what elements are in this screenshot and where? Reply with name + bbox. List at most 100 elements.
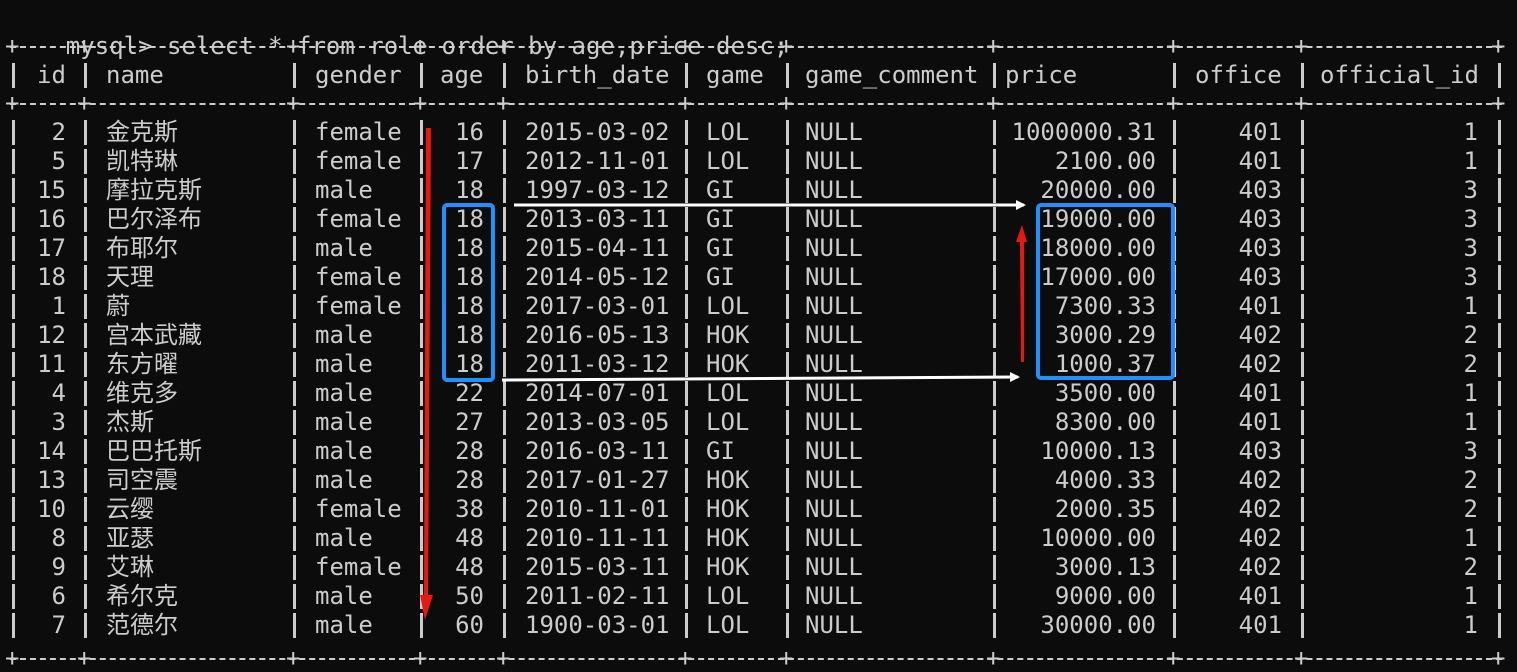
table-cell-official-id: 1 <box>1463 582 1478 610</box>
command-line: mysql> select * from role order by age,p… <box>8 3 788 60</box>
table-cell-price: 19000.00 <box>1040 205 1156 233</box>
border-plus: + <box>1166 89 1181 117</box>
table-cell-age: 17 <box>455 147 484 175</box>
column-separator <box>1498 207 1501 232</box>
column-separator <box>1301 323 1304 348</box>
table-cell-official-id: 2 <box>1463 466 1478 494</box>
column-separator <box>420 584 423 609</box>
column-separator <box>84 555 87 580</box>
table-cell-game-comment: NULL <box>805 350 863 378</box>
column-separator <box>12 63 15 88</box>
border-plus: + <box>1294 644 1309 672</box>
table-cell-office: 401 <box>1238 147 1282 175</box>
table-cell-age: 48 <box>455 553 484 581</box>
column-separator <box>786 381 789 406</box>
table-cell-birth-date: 2015-04-11 <box>525 234 670 262</box>
column-separator <box>1173 149 1176 174</box>
column-separator <box>503 613 506 638</box>
table-cell-age: 18 <box>455 263 484 291</box>
table-cell-birth-date: 2017-03-01 <box>525 292 670 320</box>
table-cell-birth-date: 2015-03-11 <box>525 553 670 581</box>
table-cell-name: 天理 <box>106 263 154 291</box>
table-cell-name: 凯特琳 <box>106 147 178 175</box>
column-separator <box>1173 410 1176 435</box>
table-cell-game-comment: NULL <box>805 553 863 581</box>
column-separator <box>293 207 296 232</box>
column-separator <box>993 410 996 435</box>
column-separator <box>993 265 996 290</box>
column-separator <box>420 207 423 232</box>
table-cell-game: LOL <box>706 379 750 407</box>
border-plus: + <box>678 32 693 60</box>
column-separator <box>503 584 506 609</box>
column-header-id: id <box>37 61 66 89</box>
table-cell-price: 3500.00 <box>1054 379 1156 407</box>
column-separator <box>420 323 423 348</box>
border-plus: + <box>5 32 20 60</box>
table-cell-price: 3000.29 <box>1054 321 1156 349</box>
border-plus: + <box>413 89 428 117</box>
table-cell-price: 1000000.31 <box>1011 118 1157 146</box>
border-plus: + <box>77 32 92 60</box>
table-cell-official-id: 2 <box>1463 321 1478 349</box>
column-separator <box>293 178 296 203</box>
column-separator <box>685 120 688 145</box>
column-separator <box>685 178 688 203</box>
table-cell-id: 8 <box>51 524 66 552</box>
table-cell-age: 18 <box>455 292 484 320</box>
table-cell-name: 希尔克 <box>106 582 178 610</box>
column-separator <box>420 439 423 464</box>
column-separator <box>685 526 688 551</box>
terminal-window[interactable]: mysql> select * from role order by age,p… <box>0 0 1517 670</box>
column-separator <box>293 526 296 551</box>
table-cell-age: 18 <box>455 234 484 262</box>
column-separator <box>12 584 15 609</box>
column-separator <box>420 63 423 88</box>
table-cell-game: LOL <box>706 292 750 320</box>
table-cell-game: HOK <box>706 321 750 349</box>
column-separator <box>84 207 87 232</box>
column-separator <box>503 439 506 464</box>
column-separator <box>1301 294 1304 319</box>
table-cell-birth-date: 2011-03-12 <box>525 350 670 378</box>
table-cell-game: LOL <box>706 147 750 175</box>
border-plus: + <box>678 644 693 672</box>
border-plus: + <box>286 644 301 672</box>
table-cell-price: 9000.00 <box>1054 582 1156 610</box>
table-cell-game: GI <box>706 234 735 262</box>
table-cell-price: 17000.00 <box>1040 263 1156 291</box>
table-cell-office: 403 <box>1238 176 1282 204</box>
column-separator <box>84 584 87 609</box>
column-separator <box>993 584 996 609</box>
column-separator <box>503 149 506 174</box>
column-separator <box>786 236 789 261</box>
table-cell-game-comment: NULL <box>805 176 863 204</box>
table-cell-id: 14 <box>37 437 66 465</box>
column-separator <box>420 613 423 638</box>
column-separator <box>1301 63 1304 88</box>
column-separator <box>1498 526 1501 551</box>
table-cell-game-comment: NULL <box>805 437 863 465</box>
column-separator <box>685 439 688 464</box>
column-separator <box>84 149 87 174</box>
table-cell-official-id: 1 <box>1463 611 1478 639</box>
column-separator <box>993 439 996 464</box>
column-separator <box>786 120 789 145</box>
table-cell-gender: male <box>315 176 373 204</box>
border-plus: + <box>286 32 301 60</box>
column-header-birth-date: birth_date <box>525 61 670 89</box>
column-separator <box>685 236 688 261</box>
column-header-age: age <box>440 61 484 89</box>
column-separator <box>1173 352 1176 377</box>
column-separator <box>503 381 506 406</box>
column-separator <box>12 265 15 290</box>
column-separator <box>1301 265 1304 290</box>
column-separator <box>293 323 296 348</box>
table-cell-official-id: 1 <box>1463 408 1478 436</box>
column-separator <box>1173 497 1176 522</box>
column-separator <box>685 410 688 435</box>
table-cell-office: 403 <box>1238 234 1282 262</box>
column-separator <box>993 178 996 203</box>
table-cell-official-id: 3 <box>1463 234 1478 262</box>
table-cell-game-comment: NULL <box>805 611 863 639</box>
